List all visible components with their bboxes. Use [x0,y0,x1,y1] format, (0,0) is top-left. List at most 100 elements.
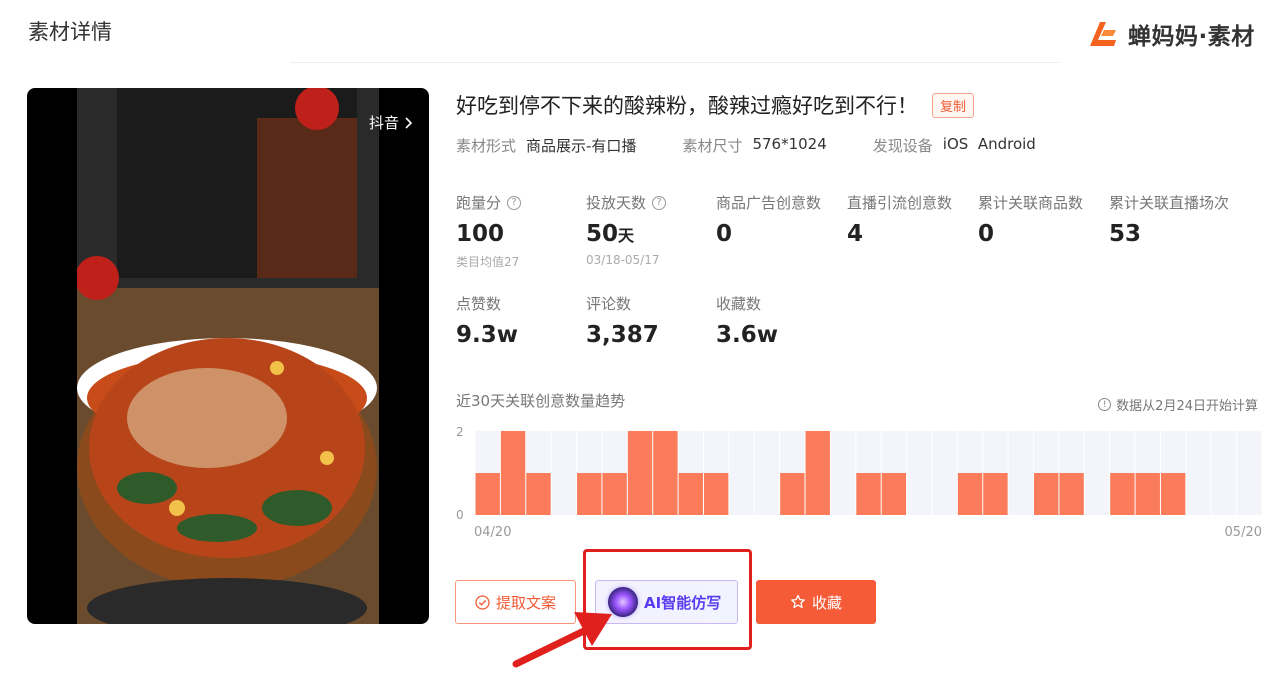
chart-slot-bg [754,431,780,515]
stat-label: 评论数 [586,295,632,313]
stat-label: 点赞数 [456,295,502,313]
chart-bar [1135,473,1160,515]
stat-label: 商品广告创意数 [716,194,822,212]
stat-comments: 评论数 3,387 [586,293,659,348]
stat-label: 收藏数 [716,295,762,313]
meta-size: 素材尺寸 576*1024 [682,135,826,156]
page-title: 素材详情 [28,20,112,44]
header-divider [290,62,1060,63]
video-thumbnail [77,88,379,624]
chart-bar [856,473,881,515]
help-icon[interactable]: ? [652,195,667,210]
meta-key: 素材尺寸 [682,137,743,155]
stat-days: 投放天数 ? 50天 03/18-05/17 [586,192,667,267]
chart-bar [881,473,907,515]
stat-value: 3,387 [586,322,659,348]
favorite-button[interactable]: 收藏 [756,580,876,624]
brand: 蝉妈妈·素材 [1086,16,1255,52]
chart-bar [475,473,500,515]
help-icon[interactable]: ? [507,195,522,210]
chart-slot-bg [932,431,957,515]
stat-product-ad: 商品广告创意数 0 [716,192,821,247]
stat-label: 累计关联商品数 [978,194,1084,212]
stat-sub: 类目均值27 [456,255,520,269]
chart-bar [526,473,551,515]
trend-chart: 2 0 04/20 05/20 [456,425,1262,540]
chart-x-tick: 04/20 [474,525,511,540]
meta-key: 素材形式 [456,137,517,155]
check-circle-icon [475,594,490,610]
chart-slot-bg [551,431,577,515]
chart-slot-bg [1237,431,1262,515]
video-preview[interactable]: 抖音 [27,88,429,624]
chart-x-tick: 05/20 [1225,525,1262,540]
meta-value: 576*1024 [752,135,827,153]
stat-value: 3.6w [716,322,778,348]
chart-y-tick: 2 [456,425,464,439]
stat-sub: 03/18-05/17 [586,253,660,267]
info-icon: ! [1098,398,1112,411]
meta-device: 发现设备 iOS Android [873,135,1036,156]
stat-value: 53 [1109,221,1142,247]
stat-value: 9.3w [456,322,518,348]
stat-run-score: 跑量分 ? 100 类目均值27 [456,192,522,270]
favorite-label: 收藏 [811,593,842,612]
chart-slot-bg [1008,431,1034,515]
stat-value: 100 [456,221,505,247]
stat-label: 累计关联直播场次 [1109,194,1230,212]
chart-slot-bg [729,431,754,515]
chart-slot-bg [907,431,932,515]
chart-bar [1034,473,1059,515]
trend-note-text: 数据从2月24日开始计算 [1116,399,1258,414]
chart-y-tick: 0 [456,508,464,522]
chart-bar [780,473,805,515]
stat-likes: 点赞数 9.3w [456,293,518,348]
material-title: 好吃到停不下来的酸辣粉，酸辣过瘾好吃到不行！ [456,94,918,118]
stat-value: 0 [978,221,995,247]
chart-bar [577,473,602,515]
chart-bar [1110,473,1135,515]
brand-text: 蝉妈妈·素材 [1128,24,1255,50]
chevron-right-icon [405,116,413,129]
chart-bar [602,473,627,515]
chart-bar [1160,473,1186,515]
chart-slot-bg [830,431,856,515]
stat-linked-products: 累计关联商品数 0 [978,192,1083,247]
chart-slot-bg [1211,431,1237,515]
chart-bar [500,431,526,515]
chart-bar [1059,473,1084,515]
star-icon [791,594,805,609]
stat-value: 4 [847,221,864,247]
chart-bar [627,431,653,515]
platform-label: 抖音 [368,114,399,132]
stat-label: 直播引流创意数 [847,194,953,212]
stat-unit: 天 [618,226,635,245]
chart-bar [703,473,729,515]
meta-value: 商品展示-有口播 [526,137,637,155]
copy-button[interactable]: 复制 [932,92,975,118]
chart-bar [678,473,703,515]
stat-live-traffic: 直播引流创意数 4 [847,192,952,247]
stat-label: 跑量分 [456,194,502,212]
chart-bar [805,431,830,515]
meta-row: 素材形式 商品展示-有口播 素材尺寸 576*1024 发现设备 iOS And… [456,135,1082,156]
chart-slot-bg [1084,431,1110,515]
stat-favorites: 收藏数 3.6w [716,293,778,348]
title-row: 好吃到停不下来的酸辣粉，酸辣过瘾好吃到不行！ 复制 [456,90,975,120]
stat-value: 50 [586,221,619,247]
trend-note: ! 数据从2月24日开始计算 [1098,395,1258,414]
chart-bar [653,431,678,515]
meta-value: iOS Android [942,135,1036,153]
trend-title: 近30天关联创意数量趋势 [456,392,626,410]
brand-logo-icon [1090,22,1116,46]
chart-slot-bg [1186,431,1211,515]
stat-label: 投放天数 [586,194,647,212]
platform-link[interactable]: 抖音 [369,112,413,133]
meta-key: 发现设备 [872,137,933,155]
chart-bar [983,473,1008,515]
stat-linked-lives: 累计关联直播场次 53 [1109,192,1229,247]
chart-bar [957,473,983,515]
meta-format: 素材形式 商品展示-有口播 [456,135,636,156]
arrow-annotation-icon [512,612,612,668]
stat-value: 0 [716,221,733,247]
